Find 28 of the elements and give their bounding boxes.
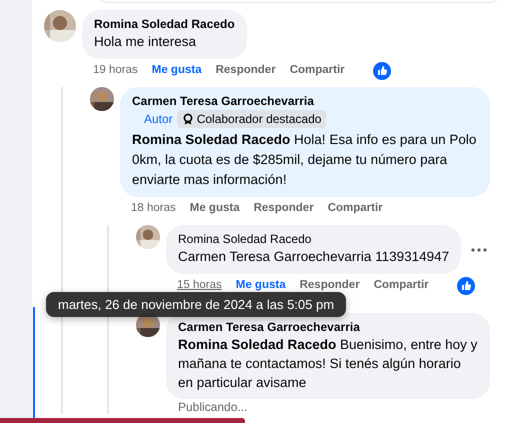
comment-text: Carmen Teresa Garroechevarria 1139314947 — [178, 248, 450, 266]
reply-link[interactable]: Responder — [254, 200, 314, 218]
timestamp-link[interactable]: 19 horas — [93, 62, 138, 80]
author-name[interactable]: Carmen Teresa Garroechevarria — [178, 319, 478, 335]
more-icon[interactable] — [471, 248, 488, 252]
reply-link[interactable]: Responder — [216, 62, 276, 80]
reply-link[interactable]: Responder — [300, 277, 360, 295]
share-link[interactable]: Compartir — [328, 200, 383, 218]
author-label: Autor — [144, 111, 173, 128]
share-link[interactable]: Compartir — [374, 277, 429, 295]
comment-text: Romina Soledad Racedo Buenisimo, entre hoy y mañana te contactamos! Si tenés algún horario en particular avisame — [178, 336, 478, 392]
date-tooltip: martes, 26 de noviembre de 2024 a las 5:05 pm — [46, 292, 346, 317]
like-link[interactable]: Me gusta — [236, 277, 286, 295]
medal-icon — [182, 113, 194, 125]
like-icon[interactable] — [456, 277, 475, 295]
comment-text: Romina Soledad Racedo Hola! Esa info es para un Polo 0km, la cuota es de $285mil, dejame tu número para enviarte mas información! — [132, 131, 478, 189]
timestamp-link[interactable]: 15 horas — [177, 277, 222, 295]
like-link[interactable]: Me gusta — [190, 200, 240, 218]
posting-status: Publicando... — [178, 400, 248, 414]
share-link[interactable]: Compartir — [290, 62, 345, 80]
comment-text: Hola me interesa — [94, 33, 198, 51]
author-name[interactable]: Romina Soledad Racedo — [94, 16, 235, 32]
like-link[interactable]: Me gusta — [152, 62, 202, 80]
timestamp-link[interactable]: 18 horas — [131, 200, 176, 218]
author-name[interactable]: Carmen Teresa Garroechevarria — [132, 93, 478, 109]
badge-label: Colaborador destacado — [196, 111, 322, 127]
author-name[interactable]: Romina Soledad Racedo — [178, 231, 450, 247]
like-icon[interactable] — [372, 62, 391, 80]
